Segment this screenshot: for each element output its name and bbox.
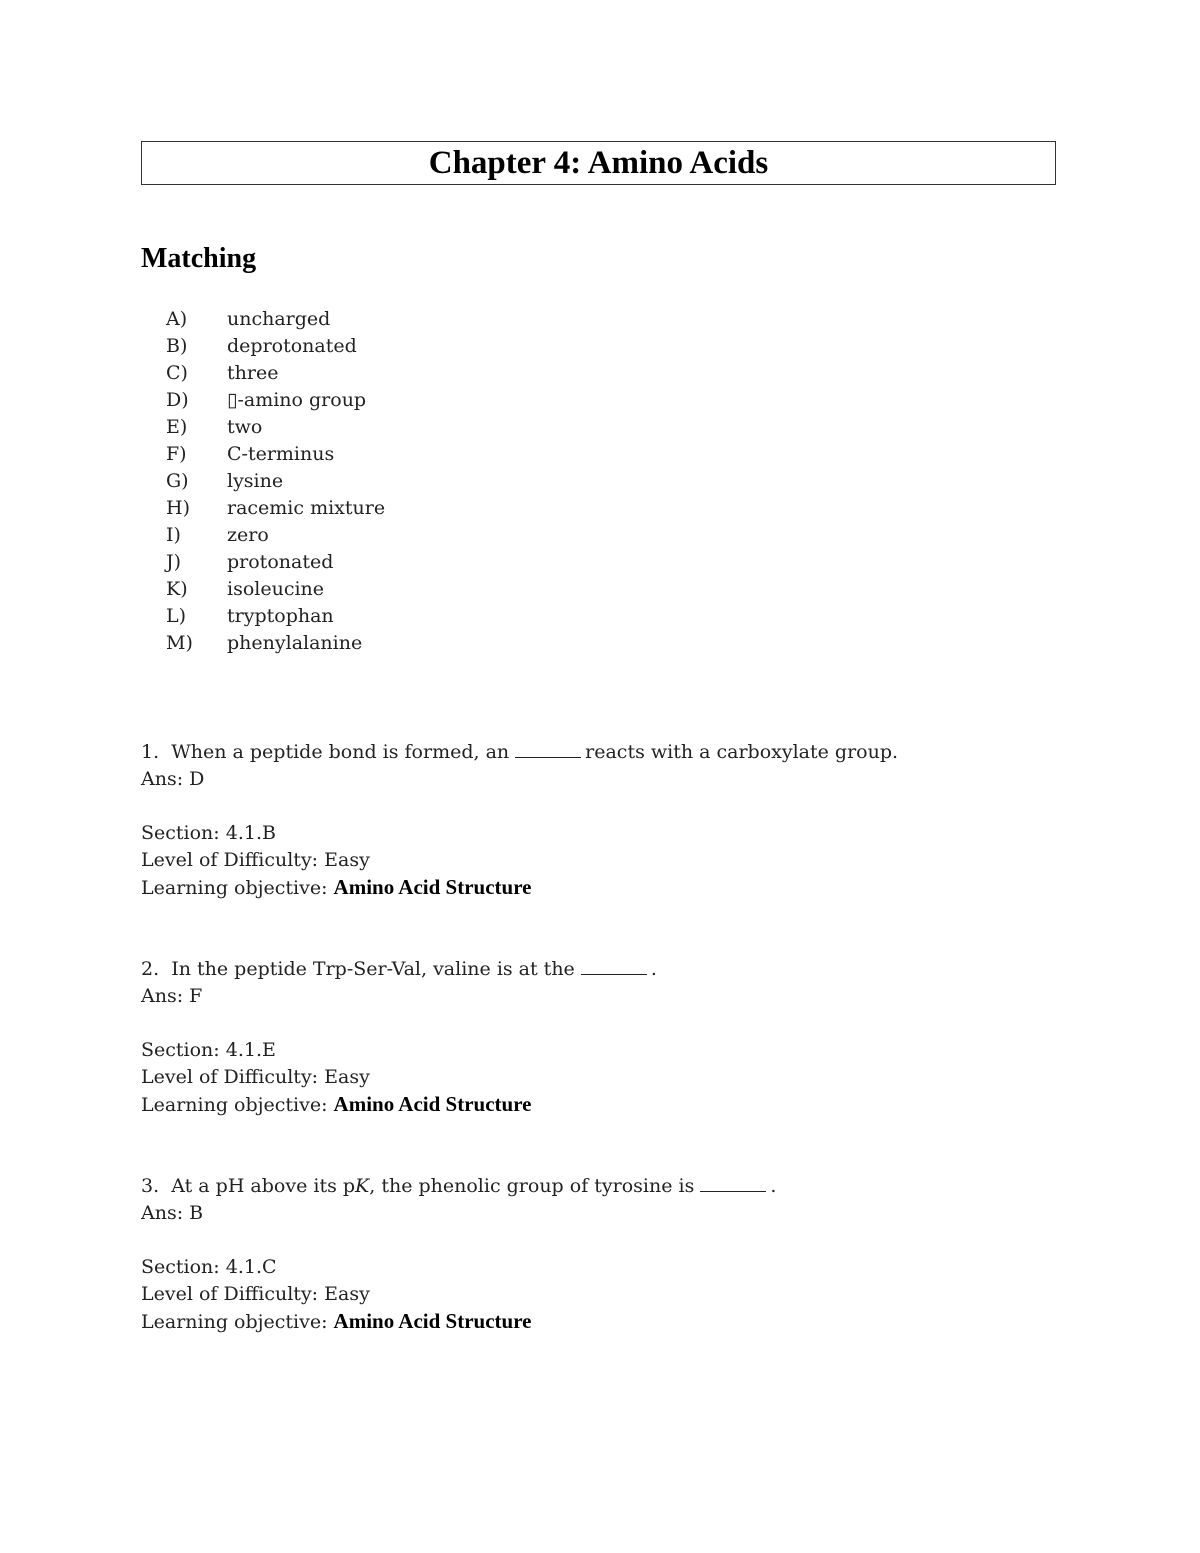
question-1: 1. When a peptide bond is formed, an reac… bbox=[141, 739, 898, 901]
question-number: 3. bbox=[141, 1175, 160, 1197]
option-item: D) ▯-amino group bbox=[166, 387, 385, 414]
question-2: 2. In the peptide Trp-Ser-Val, valine is… bbox=[141, 956, 657, 1118]
question-text-mid: , the phenolic group of tyrosine is bbox=[369, 1175, 695, 1197]
option-text: lysine bbox=[227, 470, 284, 492]
question-number: 2. bbox=[141, 958, 160, 980]
option-letter: D) bbox=[166, 389, 189, 411]
option-text: ▯-amino group bbox=[227, 389, 367, 411]
option-letter: F) bbox=[166, 443, 187, 465]
chapter-title-box: Chapter 4: Amino Acids bbox=[141, 141, 1056, 185]
learning-objective: Learning objective: Amino Acid Structure bbox=[141, 874, 898, 901]
section-ref: Section: 4.1.B bbox=[141, 822, 276, 844]
option-letter: M) bbox=[166, 632, 193, 654]
option-letter: H) bbox=[166, 497, 190, 519]
option-item: L) tryptophan bbox=[166, 603, 385, 630]
option-item: K) isoleucine bbox=[166, 576, 385, 603]
answer-blank bbox=[580, 956, 647, 975]
option-letter: E) bbox=[166, 416, 188, 438]
objective-value: Amino Acid Structure bbox=[333, 1092, 532, 1116]
objective-label: Learning objective: bbox=[141, 1094, 328, 1116]
answer: Ans: D bbox=[141, 768, 205, 790]
option-item: I) zero bbox=[166, 522, 385, 549]
option-text: racemic mixture bbox=[227, 497, 386, 519]
question-prompt: 3. At a pH above its pK, the phenolic gr… bbox=[141, 1173, 776, 1200]
option-item: A) uncharged bbox=[166, 306, 385, 333]
matching-options-list: A) uncharged B) deprotonated C) three D) ▯-a… bbox=[166, 306, 385, 657]
option-text: protonated bbox=[227, 551, 334, 573]
answer: Ans: B bbox=[141, 1202, 204, 1224]
chapter-title: Chapter 4: Amino Acids bbox=[428, 144, 769, 181]
question-text-before: When a peptide bond is formed, an bbox=[171, 741, 510, 763]
objective-value: Amino Acid Structure bbox=[333, 1309, 532, 1333]
question-text-italic: K bbox=[355, 1175, 370, 1197]
section-ref: Section: 4.1.E bbox=[141, 1039, 276, 1061]
option-item: M) phenylalanine bbox=[166, 630, 385, 657]
answer: Ans: F bbox=[141, 985, 203, 1007]
option-text: uncharged bbox=[227, 308, 331, 330]
option-item: G) lysine bbox=[166, 468, 385, 495]
option-text: phenylalanine bbox=[227, 632, 363, 654]
option-text: isoleucine bbox=[227, 578, 325, 600]
option-letter: I) bbox=[166, 524, 181, 546]
section-heading: Matching bbox=[141, 243, 257, 274]
learning-objective: Learning objective: Amino Acid Structure bbox=[141, 1308, 776, 1335]
option-letter: C) bbox=[166, 362, 188, 384]
difficulty: Level of Difficulty: Easy bbox=[141, 1283, 370, 1305]
option-item: F) C-terminus bbox=[166, 441, 385, 468]
question-text-after: . bbox=[650, 958, 657, 980]
objective-label: Learning objective: bbox=[141, 877, 328, 899]
option-text: two bbox=[227, 416, 263, 438]
objective-value: Amino Acid Structure bbox=[333, 875, 532, 899]
question-text-before: In the peptide Trp-Ser-Val, valine is at… bbox=[171, 958, 575, 980]
answer-blank bbox=[515, 739, 582, 758]
question-text-after: reacts with a carboxylate group. bbox=[585, 741, 899, 763]
objective-label: Learning objective: bbox=[141, 1311, 328, 1333]
option-letter: J) bbox=[166, 551, 182, 573]
document-page: Chapter 4: Amino Acids Matching A) unchar… bbox=[0, 0, 1200, 1553]
section-ref: Section: 4.1.C bbox=[141, 1256, 277, 1278]
question-text-before: At a pH above its p bbox=[171, 1175, 356, 1197]
option-text: C-terminus bbox=[227, 443, 335, 465]
option-item: H) racemic mixture bbox=[166, 495, 385, 522]
option-letter: A) bbox=[166, 308, 188, 330]
question-text-after: . bbox=[770, 1175, 777, 1197]
difficulty: Level of Difficulty: Easy bbox=[141, 1066, 370, 1088]
option-item: E) two bbox=[166, 414, 385, 441]
option-letter: B) bbox=[166, 335, 188, 357]
option-item: J) protonated bbox=[166, 549, 385, 576]
difficulty: Level of Difficulty: Easy bbox=[141, 849, 370, 871]
option-letter: G) bbox=[166, 470, 189, 492]
option-item: C) three bbox=[166, 360, 385, 387]
question-number: 1. bbox=[141, 741, 160, 763]
question-prompt: 2. In the peptide Trp-Ser-Val, valine is… bbox=[141, 956, 657, 983]
option-text: deprotonated bbox=[227, 335, 357, 357]
option-text: tryptophan bbox=[227, 605, 334, 627]
option-text: three bbox=[227, 362, 279, 384]
learning-objective: Learning objective: Amino Acid Structure bbox=[141, 1091, 657, 1118]
question-3: 3. At a pH above its pK, the phenolic gr… bbox=[141, 1173, 776, 1335]
answer-blank bbox=[700, 1173, 767, 1192]
option-text: zero bbox=[227, 524, 269, 546]
option-letter: K) bbox=[166, 578, 188, 600]
question-prompt: 1. When a peptide bond is formed, an reac… bbox=[141, 739, 898, 766]
option-letter: L) bbox=[166, 605, 187, 627]
option-item: B) deprotonated bbox=[166, 333, 385, 360]
